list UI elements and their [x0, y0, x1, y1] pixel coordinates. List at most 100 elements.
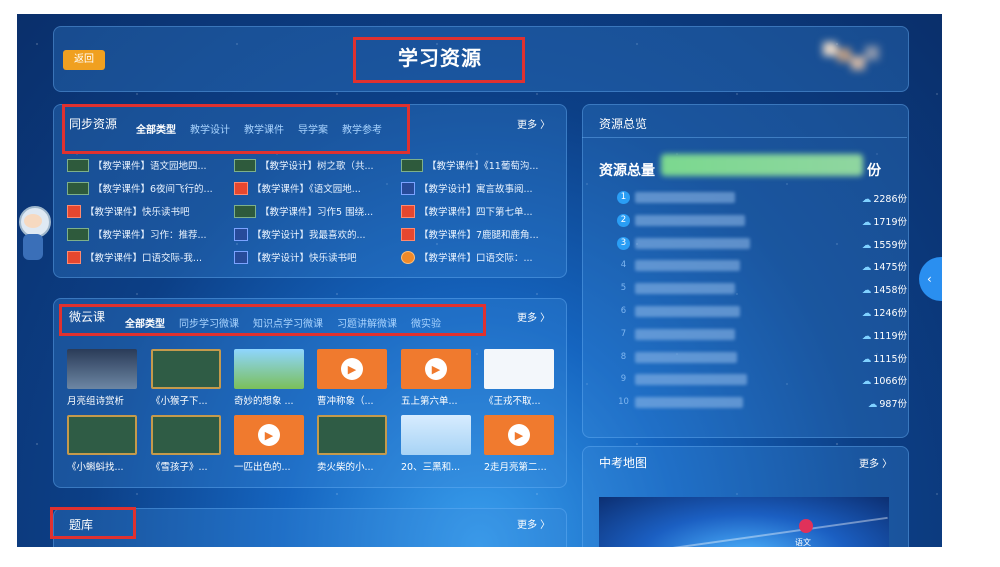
list-item[interactable]: 【教学课件】口语交际：...: [401, 250, 533, 264]
micro-course-card[interactable]: 20、三黑和...: [401, 415, 471, 473]
chevron-left-icon: ‹: [927, 272, 932, 286]
ranking-row[interactable]: 5 ☁ 1458份: [617, 282, 907, 296]
courseware-thumb-icon: [401, 158, 423, 172]
ranking-row[interactable]: 2 ☁ 1719份: [617, 214, 907, 228]
play-icon: ▶: [425, 358, 447, 380]
list-item[interactable]: 【教学设计】树之歌（共...: [234, 158, 374, 172]
list-item[interactable]: 【教学课件】习作5 围绕...: [234, 204, 373, 218]
play-icon: ▶: [258, 424, 280, 446]
course-thumbnail: [151, 349, 221, 389]
avatar[interactable]: [823, 42, 883, 76]
list-item[interactable]: 【教学课件】口语交际-我...: [67, 250, 202, 264]
total-suffix: 份: [867, 163, 881, 179]
list-item[interactable]: 【教学课件】快乐读书吧: [67, 204, 190, 218]
cloud-icon: ☁: [861, 308, 872, 319]
courseware-thumb-icon: [234, 204, 256, 218]
ranking-row[interactable]: 3 ☁ 1559份: [617, 237, 907, 251]
cloud-icon: ☁: [867, 399, 878, 410]
courseware-thumb-icon: [67, 181, 89, 195]
overview-title: 资源总览: [599, 117, 648, 131]
cloud-icon: ☁: [861, 354, 872, 365]
ppt-icon: [67, 250, 81, 264]
micro-course-card[interactable]: 卖火柴的小...: [317, 415, 387, 473]
app-screen: 返回 学习资源 同步资源 全部类型 教学设计 教学课件 导学案 教学参考 更多 〉 【教…: [17, 14, 942, 547]
cloud-icon: ☁: [861, 217, 872, 228]
sync-highlight-box: [62, 104, 410, 154]
micro-course-card[interactable]: ▶ 曹冲称象（...: [317, 349, 387, 407]
micro-course-card[interactable]: ▶ 2走月亮第二...: [484, 415, 554, 473]
list-item[interactable]: 【教学设计】我最喜欢的...: [234, 227, 366, 241]
micro-highlight-box: [59, 304, 486, 336]
word-doc-icon: [234, 250, 248, 264]
question-bank-more-link[interactable]: 更多 〉: [517, 516, 550, 531]
exam-map-title: 中考地图: [599, 456, 648, 470]
exam-map-image[interactable]: 语文: [599, 497, 889, 547]
ranking-row[interactable]: 4 ☁ 1475份: [617, 259, 907, 273]
sync-more-link[interactable]: 更多 〉: [517, 116, 550, 131]
list-item[interactable]: 【教学设计】快乐读书吧: [234, 250, 357, 264]
list-item[interactable]: 【教学课件】《语文园地...: [234, 181, 361, 195]
micro-course-card[interactable]: ▶ 五上第六单...: [401, 349, 471, 407]
cloud-icon: ☁: [861, 331, 872, 342]
ppt-icon: [401, 204, 415, 218]
list-item[interactable]: 【教学课件】7鹿腿和鹿角...: [401, 227, 539, 241]
back-button[interactable]: 返回: [63, 50, 105, 70]
ranking-row[interactable]: 10 ☁ 987份: [617, 396, 907, 410]
total-label: 资源总量: [599, 163, 655, 179]
course-thumbnail: [151, 415, 221, 455]
play-icon: ▶: [508, 424, 530, 446]
list-item[interactable]: 【教学课件】习作：推荐...: [67, 227, 207, 241]
micro-course-card[interactable]: 月亮组诗赏析: [67, 349, 137, 407]
cloud-icon: ☁: [861, 194, 872, 205]
exam-map-more-link[interactable]: 更多 〉: [859, 455, 892, 470]
ranking-row[interactable]: 7 ☁ 1119份: [617, 328, 907, 342]
list-item[interactable]: 【教学设计】寓言故事阅...: [401, 181, 533, 195]
course-thumbnail: [67, 349, 137, 389]
collapse-arrow-button[interactable]: ‹: [919, 257, 942, 301]
course-thumbnail: [317, 415, 387, 455]
question-bank-highlight-box: [50, 507, 136, 539]
micro-more-link[interactable]: 更多 〉: [517, 309, 550, 324]
mascot-avatar[interactable]: [17, 206, 51, 266]
ranking-row[interactable]: 6 ☁ 1246份: [617, 305, 907, 319]
list-item[interactable]: 【教学课件】《11葡萄沟...: [401, 158, 538, 172]
course-thumbnail: ▶: [234, 415, 304, 455]
cloud-icon: ☁: [861, 285, 872, 296]
list-item[interactable]: 【教学课件】四下第七单...: [401, 204, 533, 218]
micro-course-card[interactable]: 《雪孩子》...: [151, 415, 221, 473]
course-thumbnail: ▶: [317, 349, 387, 389]
map-label: 语文: [795, 538, 811, 547]
ppt-icon: [234, 181, 248, 195]
word-doc-icon: [234, 227, 248, 241]
micro-course-card[interactable]: 《小蝌蚪找...: [67, 415, 137, 473]
micro-course-card[interactable]: 《小猴子下...: [151, 349, 221, 407]
ppt-icon: [67, 204, 81, 218]
ranking-row[interactable]: 9 ☁ 1066份: [617, 373, 907, 387]
cloud-icon: ☁: [861, 262, 872, 273]
list-item[interactable]: 【教学课件】6夜间飞行的...: [67, 181, 213, 195]
courseware-thumb-icon: [67, 227, 89, 241]
course-thumbnail: ▶: [484, 415, 554, 455]
course-thumbnail: [401, 415, 471, 455]
word-doc-icon: [401, 181, 415, 195]
courseware-thumb-icon: [234, 158, 256, 172]
video-icon: [401, 250, 415, 264]
map-marker-icon: [799, 519, 813, 533]
play-icon: ▶: [341, 358, 363, 380]
cloud-icon: ☁: [861, 376, 872, 387]
micro-course-card[interactable]: 《王戎不取...: [484, 349, 554, 407]
ranking-row[interactable]: 1 ☁ 2286份: [617, 191, 907, 205]
micro-course-card[interactable]: ▶ 一匹出色的...: [234, 415, 304, 473]
divider: [582, 137, 907, 138]
ppt-icon: [401, 227, 415, 241]
micro-course-card[interactable]: 奇妙的想象 ...: [234, 349, 304, 407]
course-thumbnail: [484, 349, 554, 389]
list-item[interactable]: 【教学课件】语文园地四...: [67, 158, 207, 172]
course-thumbnail: [67, 415, 137, 455]
ranking-row[interactable]: 8 ☁ 1115份: [617, 351, 907, 365]
title-highlight-box: [353, 37, 525, 83]
course-thumbnail: [234, 349, 304, 389]
total-value-blurred: [661, 154, 863, 176]
courseware-thumb-icon: [67, 158, 89, 172]
course-thumbnail: ▶: [401, 349, 471, 389]
